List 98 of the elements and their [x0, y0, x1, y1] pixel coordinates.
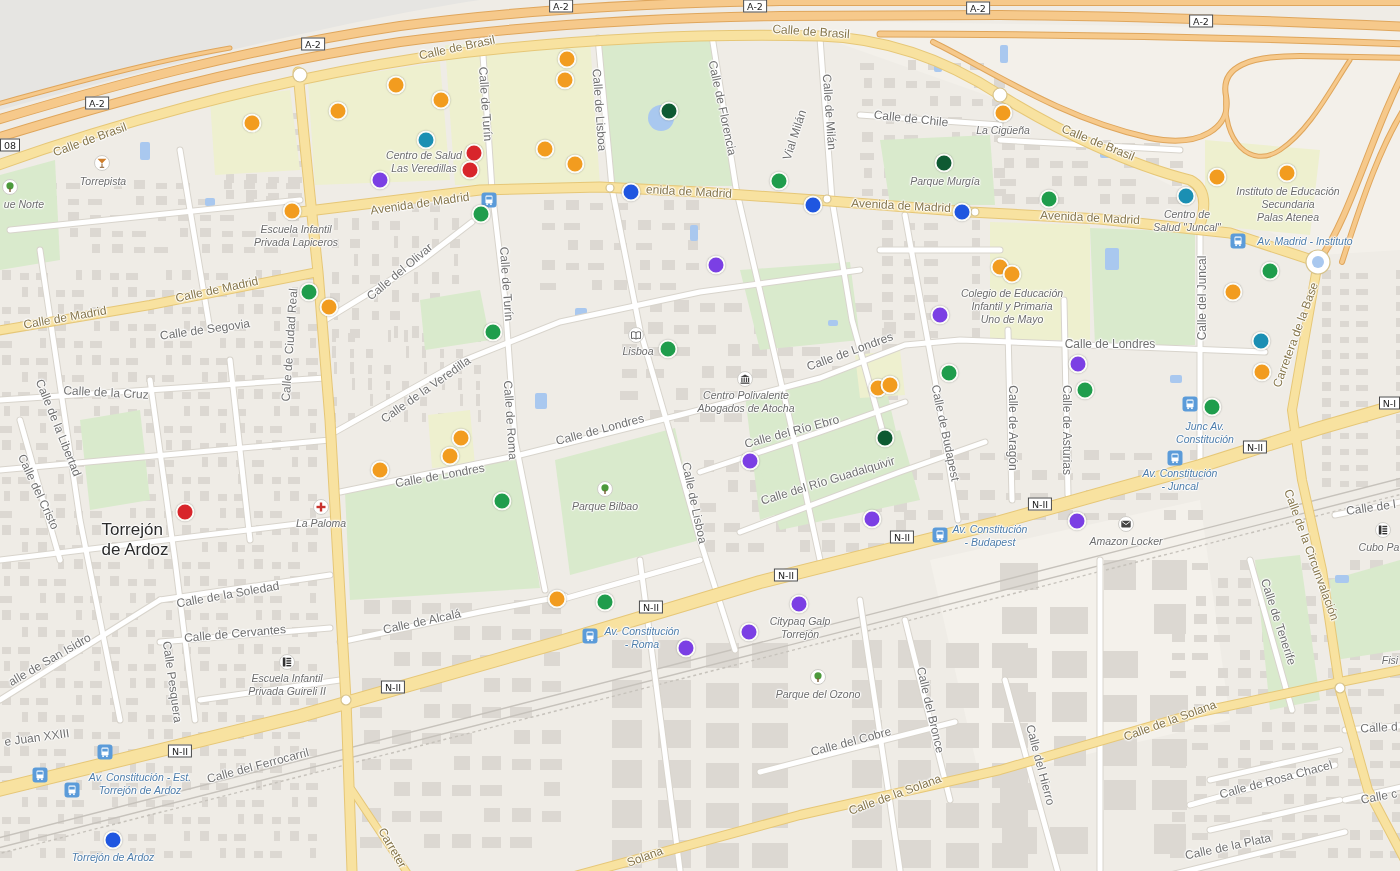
street-label: Solana: [625, 844, 665, 870]
street-label: Calle de la Soledad: [175, 579, 281, 611]
road-number-shield: N-I: [1378, 396, 1400, 410]
street-label: Calle del Bronce: [913, 665, 947, 755]
street-label: Calle del Río Ebro: [743, 413, 841, 451]
street-label: Calle de Lisboa: [589, 68, 609, 152]
place-label: Torrepista: [79, 174, 127, 188]
street-label: Calle de la Solana: [847, 772, 943, 818]
street-label: Calle de Madrid: [22, 304, 108, 332]
road-number-shield: 08: [0, 138, 21, 152]
street-label: Vial Milán: [780, 108, 810, 162]
street-label: Calle de Segovia: [159, 317, 251, 343]
street-label: Avenida de Madrid: [1039, 208, 1141, 228]
place-label: Parque Bilbao: [572, 499, 638, 513]
place-label: Centro de Salud "Juncal": [1153, 208, 1221, 234]
road-number-shield: N-II: [638, 600, 664, 614]
street-label: Calle del Cristo: [14, 452, 62, 532]
place-label: Centro de Salud Las Veredillas: [386, 149, 462, 175]
bus-icon: [932, 527, 948, 543]
street-label: Calle de Turín: [475, 66, 495, 142]
road-number-shield: N-II: [889, 530, 915, 544]
place-label: Parque Murgía: [910, 174, 980, 188]
place-label: Escuela Infantil Privada Guireli II: [248, 672, 326, 698]
place-label: Amazon Locker: [1089, 534, 1163, 548]
transit-stop-label: Av. Constitución - Roma: [604, 625, 680, 651]
street-label: Calle de Brasil: [1059, 122, 1137, 164]
street-label: Calle de Asturias: [1059, 385, 1073, 475]
street-label: Calle de Brasil: [417, 33, 497, 63]
place-label: Colegio de Educación Infantil y Primaria Uno de Mayo: [960, 286, 1064, 326]
street-label: Calle de Madrid: [174, 274, 260, 306]
place-label: ue Norte: [3, 197, 45, 211]
street-label: Calle de la Solana: [1122, 698, 1218, 744]
street-label: Calle de Chile: [873, 108, 949, 130]
street-label: Calle del Cobre: [809, 725, 893, 759]
street-label: Avenida de Madrid: [850, 196, 952, 216]
street-label: Calle de Alcalá: [381, 607, 463, 637]
street-label: Avenida de Madrid: [369, 190, 471, 218]
street-label: Calle de Roma: [500, 379, 520, 461]
street-label: enida de Madrid: [645, 183, 733, 201]
road-number-shield: A-2: [301, 37, 325, 51]
road-number-shield: N-II: [1242, 440, 1268, 454]
street-label: Calle del Hierro: [1023, 723, 1057, 807]
street-label: Calle de Londres: [805, 330, 895, 374]
street-label: e Juan XXIII: [3, 727, 71, 749]
bus-icon: [1167, 450, 1183, 466]
bus-icon: [1182, 396, 1198, 412]
transit-stop-label: Junc Av. Constitución: [1176, 420, 1234, 446]
street-label: Calle de Aragón: [1005, 385, 1019, 471]
place-label: Citypaq Galp Torrejón: [769, 615, 831, 641]
road-number-shield: A-2: [743, 0, 767, 13]
street-label: Calle de la Plata: [1183, 831, 1273, 863]
place-label: Parque del Ozono: [775, 687, 861, 701]
road-number-shield: A-2: [966, 1, 990, 15]
bus-icon: [97, 744, 113, 760]
road-number-shield: N-II: [380, 680, 406, 694]
road-number-shield: N-II: [1027, 497, 1053, 511]
place-label: Cubo Pa: [1358, 540, 1400, 554]
street-label: Calle del Juncal: [1195, 255, 1209, 341]
transit-stop-label: Torrejón de Ardoz: [71, 850, 155, 864]
transit-stop-label: Av. Constitución - Budapest: [952, 523, 1028, 549]
road-number-shield: A-2: [549, 0, 573, 13]
street-label: Calle de la Cruz: [63, 384, 149, 402]
road-number-shield: A-2: [85, 96, 109, 110]
town-label: Torrejón de Ardoz: [101, 520, 169, 560]
bus-icon: [64, 782, 80, 798]
street-label: Calle de Florencia: [705, 59, 739, 157]
street-label: Calle de l: [1345, 498, 1397, 518]
street-label: Calle de Londres: [1064, 337, 1156, 351]
bus-icon: [1230, 233, 1246, 249]
street-label: Calle d: [1360, 720, 1398, 736]
road-number-shield: A-2: [1189, 14, 1213, 28]
place-label: Fisi: [1381, 653, 1399, 667]
street-label: Calle de Ciudad Real: [279, 288, 301, 402]
street-label: alle de San Isidro: [6, 631, 94, 689]
street-label: Calle de Budapest: [928, 383, 962, 483]
street-label: Calle c: [1359, 787, 1399, 807]
street-label: Calle de Brasil: [771, 22, 851, 42]
road-number-shield: N-II: [773, 568, 799, 582]
bus-icon: [32, 767, 48, 783]
street-label: Calle de Londres: [554, 412, 646, 448]
street-label: Calle de Tenerife: [1257, 577, 1299, 667]
place-label: La Cigüeña: [976, 123, 1030, 137]
street-label: Calle de Londres: [394, 461, 486, 491]
place-label: Lisboa: [622, 344, 654, 358]
street-label: Calle de Turín: [496, 246, 516, 322]
transit-stop-label: Av. Constitución - Est. Torrejón de Ardoz: [88, 771, 192, 797]
street-label: Calle de Lisboa: [679, 461, 709, 545]
street-label: Calle de Cervantes: [183, 623, 287, 645]
bus-icon: [481, 192, 497, 208]
transit-stop-label: Av. Constitución - Juncal: [1142, 467, 1218, 493]
place-label: Centro Polivalente Abogados de Atocha: [697, 389, 795, 415]
street-label: Calle de Brasil: [51, 120, 129, 160]
street-label: Calle Pesquera: [159, 640, 185, 724]
bus-icon: [582, 628, 598, 644]
street-label: Calle de Rosa Chacel: [1218, 758, 1334, 802]
road-number-shield: N-II: [167, 744, 193, 758]
place-label: Instituto de Educación Secundaria Palas Atenea: [1236, 184, 1340, 224]
street-label: Calle de Milán: [819, 73, 839, 151]
